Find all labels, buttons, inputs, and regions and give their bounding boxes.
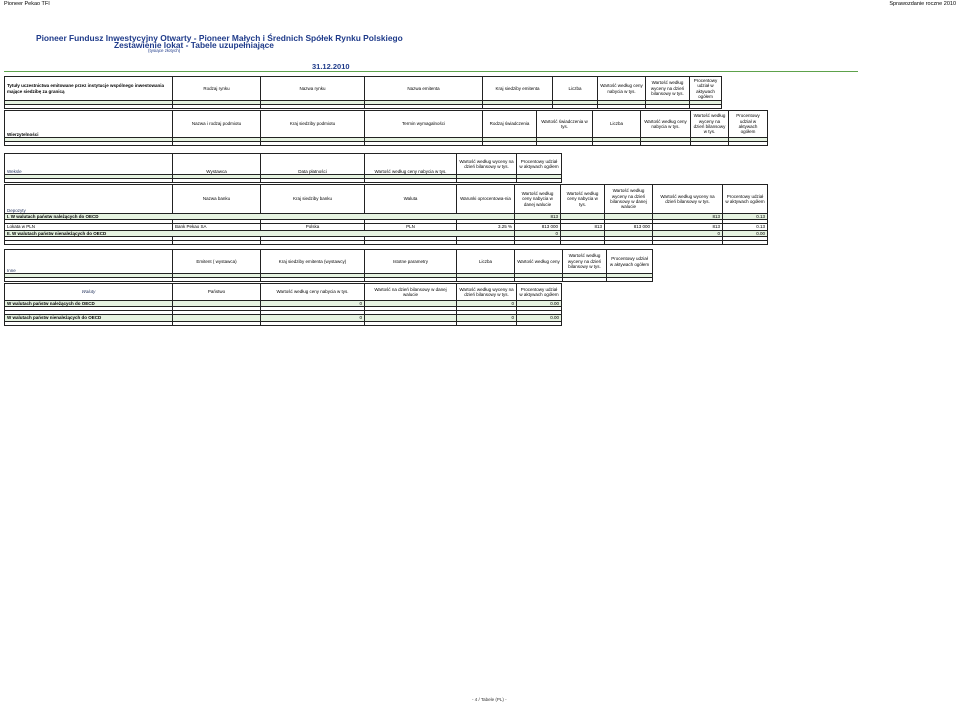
section-title: Tytuły uczestnictwa emitowane przez inst… <box>4 76 173 101</box>
section-title: Wierzytelności <box>4 110 173 138</box>
col-header: Wartość według wyceny na dzień bilansowy… <box>562 249 607 274</box>
table-other: Inne Emitent ( wystawca) Kraj siedziby e… <box>4 249 653 282</box>
col-header: Kraj siedziby podmiotu <box>260 110 365 138</box>
col-header: Procentowy udział w aktywach ogółem <box>516 153 562 175</box>
col-header: Kraj siedziby emitenta (wystawcy) <box>260 249 365 274</box>
col-header: Termin wymagalności <box>364 110 483 138</box>
col-header: Wartość według ceny nabycia w tys. <box>364 153 457 175</box>
col-header: Procentowy udział w aktywach ogółem <box>516 283 562 301</box>
report-date: 31.12.2010 <box>312 62 350 71</box>
col-header: Istotne parametry <box>364 249 457 274</box>
col-header: Wystawca <box>172 153 261 175</box>
col-header: Procentowy udział w aktywach ogółem <box>728 110 768 138</box>
col-header: Wartość według wyceny na dzień bilansowy… <box>456 283 517 301</box>
header-right: Sprawozdanie roczne 2010 <box>889 1 956 7</box>
col-header: Wartość według ceny nabycia w tys. <box>560 184 605 214</box>
col-header: Wartość według wyceny na dzień bilansowy… <box>652 184 723 214</box>
col-header: Wartość według wyceny na dzień bilansowy… <box>690 110 729 138</box>
divider-line <box>4 71 858 73</box>
col-header: Liczba <box>456 249 515 274</box>
col-header: Rodzaj rynku <box>172 76 261 101</box>
section-title: Waluty <box>4 283 173 301</box>
section-title: Inne <box>4 249 173 274</box>
col-header: Procentowy udział w aktywach ogółem <box>606 249 653 274</box>
col-header: Emitent ( wystawca) <box>172 249 261 274</box>
col-header: Wartość według ceny nabycia w danej walu… <box>514 184 561 214</box>
col-header: Wartość świadczenia w tys. <box>536 110 593 138</box>
col-header: Nazwa emitenta <box>364 76 483 101</box>
col-header: Warunki oprocentowa-nia <box>456 184 515 214</box>
table-foreign-funds: Tytuły uczestnictwa emitowane przez inst… <box>4 76 722 109</box>
col-header: Wartość na dzień bilansowy w danej waluc… <box>364 283 457 301</box>
col-header: Waluta <box>364 184 457 214</box>
col-header: Wartość według wyceny na dzień bilansowy… <box>645 76 690 101</box>
col-header: Procentowy udział w aktywach ogółem <box>689 76 722 101</box>
unit-note: (tysiące złotych) <box>148 48 181 53</box>
col-header: Liczba <box>552 76 598 101</box>
page-subtitle: Zestawienie lokat - Tabele uzupełniające <box>114 40 274 50</box>
col-header: Kraj siedziby emitenta <box>482 76 553 101</box>
table-receivables: Wierzytelności Nazwa i rodzaj podmiotu K… <box>4 110 768 146</box>
col-header: Wartość według wyceny na dzień bilansowy… <box>456 153 517 175</box>
col-header: Wartość według ceny nabycia w tys. <box>597 76 646 101</box>
col-header: Kraj siedziby banku <box>260 184 365 214</box>
col-header: Liczba <box>592 110 641 138</box>
header-left: Pioneer Pekao TFI <box>4 1 50 7</box>
col-header: Nazwa i rodzaj podmiotu <box>172 110 261 138</box>
col-header: Państwo <box>172 283 261 301</box>
page-footer: - 4 / Tabele (PL) - <box>472 697 507 702</box>
col-header: Wartość według ceny nabycia w tys. <box>260 283 365 301</box>
col-header: Data płatności <box>260 153 365 175</box>
table-deposits: Depozyty Nazwa banku Kraj siedziby banku… <box>4 184 768 246</box>
col-header: Rodzaj świadczenia <box>482 110 537 138</box>
col-header: Wartość według ceny <box>514 249 563 274</box>
col-header: Wartość według ceny nabycia w tys. <box>640 110 691 138</box>
section-title: Weksle <box>4 153 173 175</box>
table-currencies: Waluty Państwo Wartość według ceny nabyc… <box>4 283 562 326</box>
col-header: Nazwa banku <box>172 184 261 214</box>
col-header: Procentowy udział w aktywach ogółem <box>722 184 768 214</box>
table-bills: Weksle Wystawca Data płatności Wartość w… <box>4 153 562 183</box>
col-header: Wartość według wyceny na dzień bilansowy… <box>604 184 653 214</box>
section-title: Depozyty <box>4 184 173 214</box>
col-header: Nazwa rynku <box>260 76 365 101</box>
